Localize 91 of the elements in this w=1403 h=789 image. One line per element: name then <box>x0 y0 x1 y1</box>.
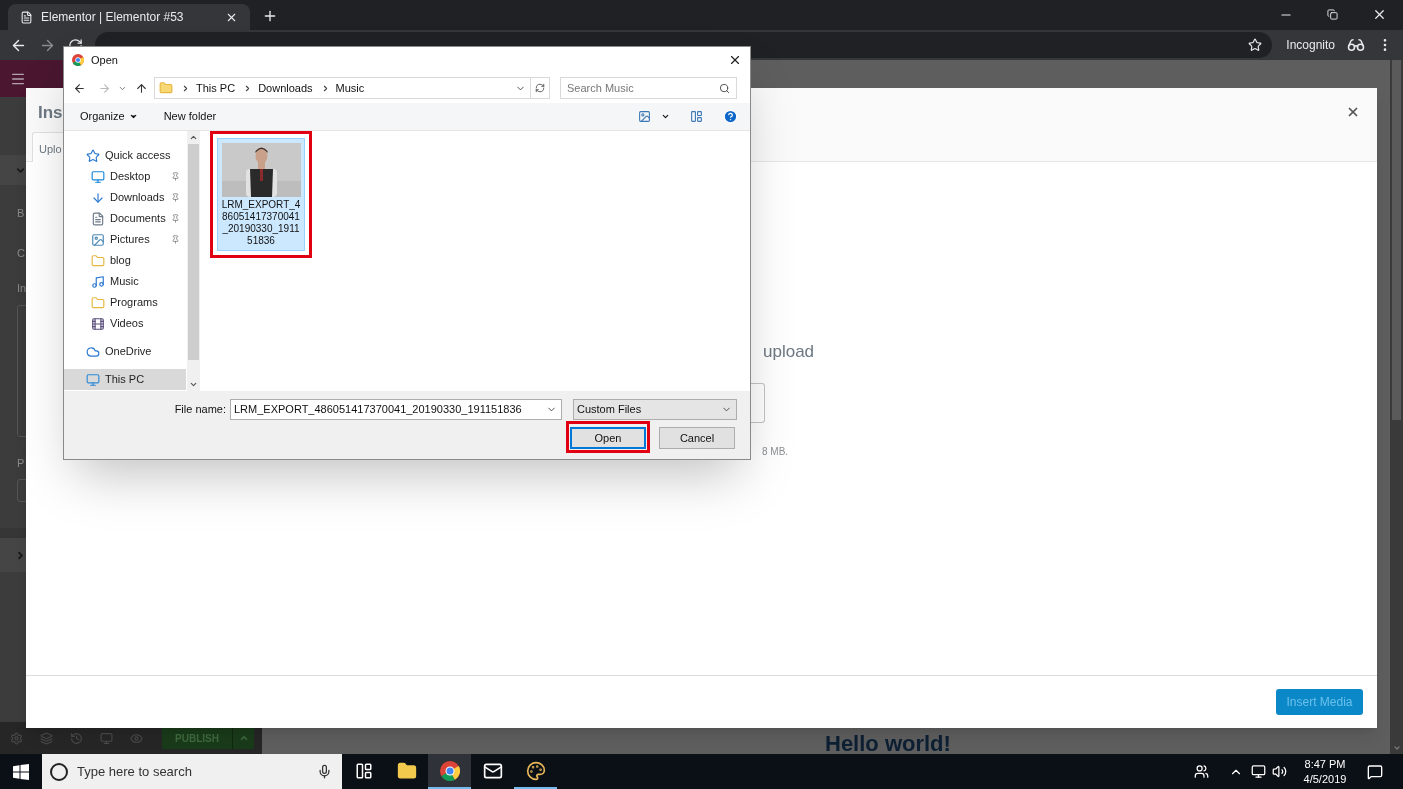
nav-item[interactable]: Programs <box>64 292 186 313</box>
separator-icon <box>181 83 190 93</box>
volume-icon[interactable] <box>1272 764 1287 779</box>
restore-icon[interactable] <box>1327 9 1338 20</box>
star-icon <box>86 148 100 163</box>
folder-icon <box>91 295 105 310</box>
preview-pane-icon[interactable] <box>690 110 703 123</box>
publish-options-button[interactable] <box>232 727 254 749</box>
task-view-icon <box>354 761 373 780</box>
palette-icon <box>525 760 546 781</box>
network-icon[interactable] <box>1251 764 1266 779</box>
new-tab-icon[interactable] <box>262 8 278 24</box>
field-label: P <box>17 455 25 471</box>
incognito-icon[interactable] <box>1347 36 1365 54</box>
nav-item[interactable]: Pictures <box>64 229 186 250</box>
profile-label[interactable]: Incognito <box>1286 36 1335 54</box>
browser-tab[interactable]: Elementor | Elementor #53 <box>8 4 250 30</box>
music-note-icon <box>91 274 105 289</box>
file-name-label: File name: <box>173 402 226 418</box>
pin-icon <box>171 172 180 181</box>
cloud-icon <box>86 344 100 359</box>
close-icon[interactable] <box>728 53 742 67</box>
file-name-field[interactable]: LRM_EXPORT_486051417370041_20190330_191151836 <box>230 399 562 420</box>
down-arrow-icon <box>91 190 105 205</box>
folder-icon <box>396 760 417 781</box>
dialog-button[interactable]: Cancel <box>659 427 735 450</box>
modal-title: Ins <box>38 102 63 124</box>
view-options-icon[interactable] <box>638 110 651 123</box>
search-icon <box>719 82 730 94</box>
modal-tab[interactable]: Uplo <box>32 132 63 162</box>
path-segment[interactable]: Music <box>335 79 365 97</box>
file-type-select[interactable]: Custom Files <box>573 399 737 420</box>
scrollbar-thumb[interactable] <box>1392 60 1401 420</box>
dialog-title: Open <box>91 52 118 68</box>
field-label: B <box>17 206 25 221</box>
monitor-icon <box>91 169 105 184</box>
nav-item[interactable]: This PC <box>64 369 186 390</box>
nav-item[interactable]: Quick access <box>64 145 186 166</box>
caret-icon <box>15 549 26 561</box>
refresh-icon[interactable] <box>535 83 545 93</box>
address-field[interactable]: This PC Downloads Music <box>154 77 550 99</box>
max-size-note: 8 MB. <box>762 445 789 459</box>
page-icon <box>20 10 33 24</box>
path-segment[interactable]: This PC <box>196 79 236 97</box>
upload-instructions: upload <box>763 341 815 363</box>
close-icon[interactable] <box>1346 105 1360 119</box>
nav-item[interactable]: OneDrive <box>64 341 186 362</box>
field-label: C <box>17 245 25 261</box>
windows-logo-icon[interactable] <box>13 763 29 780</box>
pin-icon <box>171 235 180 244</box>
dialog-button[interactable]: Open <box>570 427 646 450</box>
notification-icon[interactable] <box>1367 763 1383 780</box>
document-icon <box>91 211 105 226</box>
nav-item[interactable]: Desktop <box>64 166 186 187</box>
back-icon[interactable] <box>73 81 86 95</box>
page-heading: Hello world! <box>825 732 951 756</box>
search-box[interactable]: Type here to search <box>42 754 342 789</box>
close-window-icon[interactable] <box>1372 7 1387 22</box>
film-icon <box>91 316 105 331</box>
folder-icon <box>91 253 105 268</box>
taskbar-app[interactable] <box>428 754 471 789</box>
bookmark-star-icon[interactable] <box>1248 38 1263 52</box>
path-segment[interactable]: Downloads <box>258 79 313 97</box>
toolbar-button[interactable]: New folder <box>163 108 217 125</box>
search-field[interactable]: Search Music <box>560 77 737 99</box>
computer-icon <box>86 372 100 387</box>
nav-item[interactable]: Music <box>64 271 186 292</box>
up-icon[interactable] <box>135 81 148 95</box>
pin-icon <box>171 214 180 223</box>
toolbar-button[interactable]: Organize <box>80 108 138 125</box>
microphone-icon[interactable] <box>317 764 332 779</box>
nav-item[interactable]: blog <box>64 250 186 271</box>
browser-logo-icon <box>72 54 84 66</box>
caret-icon <box>238 733 249 743</box>
clock[interactable]: 8:47 PM 4/5/2019 <box>1299 756 1351 787</box>
pin-icon <box>171 193 180 202</box>
nav-item[interactable]: Documents <box>64 208 186 229</box>
picture-icon <box>91 232 105 247</box>
scroll-up-icon[interactable] <box>189 133 198 142</box>
scrollbar-thumb[interactable] <box>188 144 199 360</box>
browser-logo-icon <box>439 760 460 781</box>
nav-item[interactable]: Videos <box>64 313 186 334</box>
folder-icon <box>159 81 173 95</box>
people-icon[interactable] <box>1194 764 1209 779</box>
help-icon[interactable] <box>723 109 738 124</box>
file-item[interactable]: LRM_EXPORT_486051417370041_20190330_191151836 <box>217 138 305 251</box>
scroll-down-icon[interactable] <box>189 380 198 389</box>
scroll-down-icon[interactable] <box>1392 744 1401 752</box>
field-label: In <box>17 281 27 296</box>
caret-icon[interactable] <box>661 112 670 121</box>
nav-item[interactable]: Downloads <box>64 187 186 208</box>
